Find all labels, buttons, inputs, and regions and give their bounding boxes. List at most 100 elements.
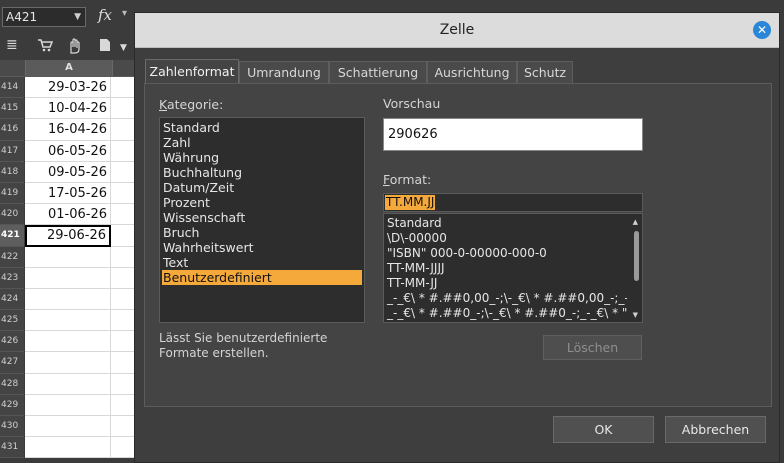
cell-a[interactable]: 16-04-26: [25, 119, 111, 141]
row-header[interactable]: 422: [0, 246, 24, 268]
cell-a[interactable]: [25, 394, 111, 416]
category-item[interactable]: Benutzerdefiniert: [162, 270, 362, 285]
table-row: 428: [0, 373, 135, 395]
cell-b[interactable]: [111, 331, 135, 353]
scrollbar-thumb[interactable]: [634, 231, 639, 281]
cell-a[interactable]: 29-03-26: [25, 77, 111, 99]
hand-icon[interactable]: [67, 38, 81, 57]
format-item[interactable]: _-_€\ * #.##0,00_-;\-_€\ * #.##0,00_-;_-…: [384, 291, 627, 306]
category-list[interactable]: Standard Zahl Währung Buchhaltung Datum/Zeit…: [159, 117, 365, 323]
row-header[interactable]: 429: [0, 394, 24, 416]
format-item[interactable]: TT-MM-JJ: [384, 276, 627, 291]
category-item[interactable]: Zahl: [160, 135, 364, 150]
cart-icon[interactable]: [37, 38, 54, 55]
cell-a[interactable]: [25, 246, 111, 268]
tab-zahlenformat[interactable]: Zahlenformat: [145, 59, 239, 84]
cell-b[interactable]: [111, 119, 135, 141]
row-header[interactable]: 416: [0, 119, 24, 141]
delete-button[interactable]: Löschen: [543, 335, 642, 360]
cell-a[interactable]: 10-04-26: [25, 98, 111, 120]
format-item[interactable]: _-_€\ * #.##0_-;\-_€\ * #.##0_-;_-_€\ * …: [384, 306, 627, 321]
chevron-down-icon[interactable]: ▾: [122, 8, 127, 19]
name-box[interactable]: A421 ▼: [2, 7, 86, 27]
cell-b[interactable]: [111, 352, 135, 374]
format-item[interactable]: "ISBN" 000-0-00000-000-0: [384, 246, 627, 261]
chevron-down-icon[interactable]: ▼: [120, 41, 127, 55]
format-list[interactable]: Standard \D\-00000 "ISBN" 000-0-00000-000-…: [383, 213, 643, 323]
category-item[interactable]: Prozent: [160, 195, 364, 210]
row-header[interactable]: 417: [0, 140, 24, 162]
table-row: 423: [0, 267, 135, 289]
category-item[interactable]: Bruch: [160, 225, 364, 240]
cell-b[interactable]: [111, 140, 135, 162]
row-header[interactable]: 430: [0, 416, 24, 438]
cell-b[interactable]: [111, 267, 135, 289]
tab-schattierung[interactable]: Schattierung: [329, 61, 427, 83]
cell-a[interactable]: 17-05-26: [25, 182, 111, 205]
category-item[interactable]: Wissenschaft: [160, 210, 364, 225]
category-item[interactable]: Währung: [160, 150, 364, 165]
cell-b[interactable]: [111, 394, 135, 416]
cell-a[interactable]: [25, 331, 111, 353]
cell-a[interactable]: [25, 352, 111, 374]
table-row: 425: [0, 310, 135, 332]
cell-b[interactable]: [111, 310, 135, 332]
cell-a[interactable]: [25, 373, 111, 395]
tab-schutz[interactable]: Schutz: [517, 61, 573, 83]
cell-a[interactable]: 06-05-26: [25, 140, 111, 162]
scroll-down-icon[interactable]: ▼: [633, 311, 638, 319]
row-header[interactable]: 423: [0, 267, 24, 289]
format-code-input[interactable]: TT.MM.JJ: [383, 193, 643, 212]
row-header[interactable]: 420: [0, 204, 24, 226]
row-header[interactable]: 428: [0, 373, 24, 395]
row-header[interactable]: 431: [0, 437, 24, 459]
category-item[interactable]: Text: [160, 255, 364, 270]
tab-umrandung[interactable]: Umrandung: [239, 61, 329, 83]
cell-b[interactable]: [111, 161, 135, 183]
cell-b[interactable]: [111, 416, 135, 438]
close-button[interactable]: ✕: [753, 21, 771, 39]
row-header[interactable]: 419: [0, 182, 24, 205]
scroll-up-icon[interactable]: ▲: [633, 218, 638, 226]
category-item[interactable]: Datum/Zeit: [160, 180, 364, 195]
tab-ausrichtung[interactable]: Ausrichtung: [427, 61, 517, 83]
cell-a[interactable]: [25, 437, 111, 459]
cell-b[interactable]: [111, 225, 135, 247]
row-header[interactable]: 415: [0, 98, 24, 120]
format-item[interactable]: Standard: [384, 216, 627, 231]
row-header[interactable]: 425: [0, 310, 24, 332]
cell-b[interactable]: [111, 204, 135, 226]
category-item[interactable]: Buchhaltung: [160, 165, 364, 180]
cell-b[interactable]: [111, 98, 135, 120]
cell-b[interactable]: [111, 437, 135, 459]
row-header[interactable]: 426: [0, 331, 24, 353]
column-header-a[interactable]: A: [25, 60, 113, 76]
cell-b[interactable]: [111, 373, 135, 395]
document-icon[interactable]: [99, 38, 111, 55]
cell-a[interactable]: [25, 310, 111, 332]
ok-button[interactable]: OK: [553, 416, 654, 443]
format-item[interactable]: TT-MM-JJJJ: [384, 261, 627, 276]
cell-b[interactable]: [111, 77, 135, 99]
cell-a[interactable]: 09-05-26: [25, 161, 111, 183]
chevron-down-icon[interactable]: ▼: [74, 8, 81, 26]
cell-a[interactable]: [25, 288, 111, 311]
cell-b[interactable]: [111, 182, 135, 205]
row-header[interactable]: 421: [0, 225, 24, 247]
category-item[interactable]: Standard: [160, 120, 364, 135]
row-header[interactable]: 418: [0, 161, 24, 183]
cell-b[interactable]: [111, 246, 135, 268]
cancel-button[interactable]: Abbrechen: [665, 416, 766, 443]
cell-a[interactable]: [25, 416, 111, 438]
row-header[interactable]: 424: [0, 288, 24, 311]
category-item[interactable]: Wahrheitswert: [160, 240, 364, 255]
function-wizard-icon[interactable]: fx: [98, 6, 112, 24]
row-header[interactable]: 414: [0, 77, 24, 99]
cell-a[interactable]: 01-06-26: [25, 204, 111, 226]
cell-a[interactable]: 29-06-26: [25, 225, 111, 247]
row-header[interactable]: 427: [0, 352, 24, 374]
align-icon[interactable]: ≣: [6, 38, 18, 52]
cell-b[interactable]: [111, 288, 135, 311]
cell-a[interactable]: [25, 267, 111, 289]
format-item[interactable]: \D\-00000: [384, 231, 627, 246]
